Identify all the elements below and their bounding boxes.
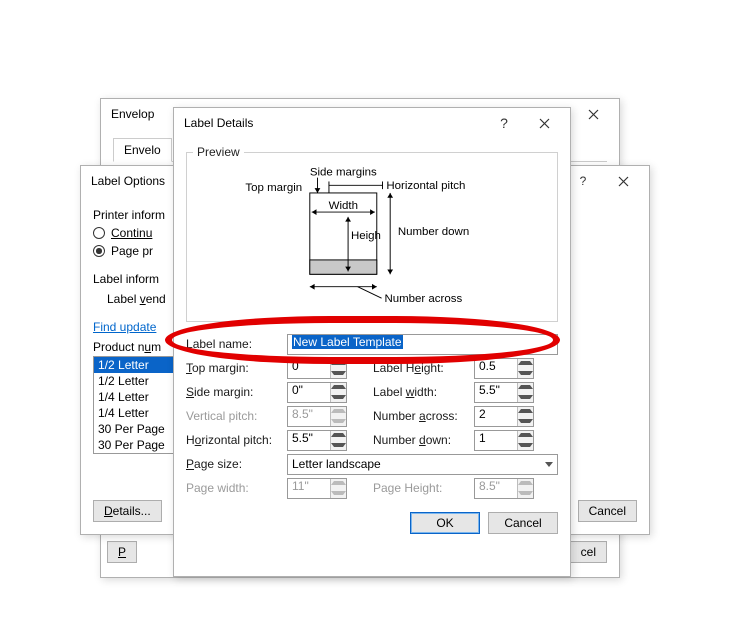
number-down-input[interactable]: 1 <box>474 430 534 451</box>
horizontal-pitch-input[interactable]: 5.5" <box>287 430 347 451</box>
product-number-listbox[interactable]: 1/2 Letter 1/2 Letter 1/4 Letter 1/4 Let… <box>93 356 179 454</box>
details-title: Label Details <box>184 116 484 130</box>
cancel-button[interactable]: Cancel <box>488 512 558 534</box>
preview-legend: Preview <box>193 145 244 159</box>
label-height-input[interactable]: 0.5 <box>474 358 534 379</box>
svg-text:Width: Width <box>329 200 358 212</box>
p-button[interactable]: P <box>107 541 137 563</box>
list-item[interactable]: 30 Per Page <box>94 421 178 437</box>
label-diagram: Side margins Top margin Horizontal pitch… <box>195 161 549 311</box>
ok-button[interactable]: OK <box>410 512 480 534</box>
list-item[interactable]: 30 Per Page <box>94 437 178 453</box>
preview-groupbox: Preview Side margins Top margin Horizont… <box>186 152 558 322</box>
label-details-dialog: Label Details ? Preview Side margins Top… <box>173 107 571 577</box>
label-name-label: Label name: <box>186 337 281 351</box>
help-icon[interactable]: ? <box>484 109 524 137</box>
vertical-pitch-input: 8.5" <box>287 406 347 427</box>
page-width-label: Page width: <box>186 481 281 495</box>
side-margin-input[interactable]: 0" <box>287 382 347 403</box>
page-size-combo[interactable]: Letter landscape <box>287 454 558 475</box>
horizontal-pitch-label: Horizontal pitch: <box>186 433 281 447</box>
number-down-label: Number down: <box>373 433 468 447</box>
list-item[interactable]: 1/2 Letter <box>94 357 178 373</box>
cel-button[interactable]: cel <box>570 541 607 563</box>
page-size-label: Page size: <box>186 457 281 471</box>
svg-text:Heigh: Heigh <box>351 230 381 242</box>
svg-text:Horizontal pitch: Horizontal pitch <box>386 180 465 192</box>
cancel-button[interactable]: Cancel <box>578 500 637 522</box>
page-width-input: 11" <box>287 478 347 499</box>
label-width-input[interactable]: 5.5" <box>474 382 534 403</box>
label-height-label: Label Height: <box>373 361 468 375</box>
close-icon[interactable] <box>573 100 613 128</box>
tab-envelopes[interactable]: Envelo <box>113 138 172 162</box>
number-across-input[interactable]: 2 <box>474 406 534 427</box>
list-item[interactable]: 1/4 Letter <box>94 405 178 421</box>
svg-text:Number across: Number across <box>384 293 462 305</box>
label-width-label: Label width: <box>373 385 468 399</box>
close-icon[interactable] <box>524 109 564 137</box>
details-titlebar: Label Details ? <box>174 108 570 138</box>
close-icon[interactable] <box>603 167 643 195</box>
details-button[interactable]: Details... <box>93 500 162 522</box>
list-item[interactable]: 1/2 Letter <box>94 373 178 389</box>
svg-text:Side margins: Side margins <box>310 167 377 179</box>
top-margin-input[interactable]: 0 <box>287 358 347 379</box>
number-across-label: Number across: <box>373 409 468 423</box>
svg-text:Top margin: Top margin <box>245 182 302 194</box>
top-margin-label: Top margin: <box>186 361 281 375</box>
svg-text:Number down: Number down <box>398 226 469 238</box>
vertical-pitch-label: Vertical pitch: <box>186 409 281 423</box>
side-margin-label: Side margin: <box>186 385 281 399</box>
page-height-label: Page Height: <box>373 481 468 495</box>
list-item[interactable]: 1/4 Letter <box>94 389 178 405</box>
label-name-input[interactable]: New Label Template <box>287 334 558 355</box>
page-height-input: 8.5" <box>474 478 534 499</box>
